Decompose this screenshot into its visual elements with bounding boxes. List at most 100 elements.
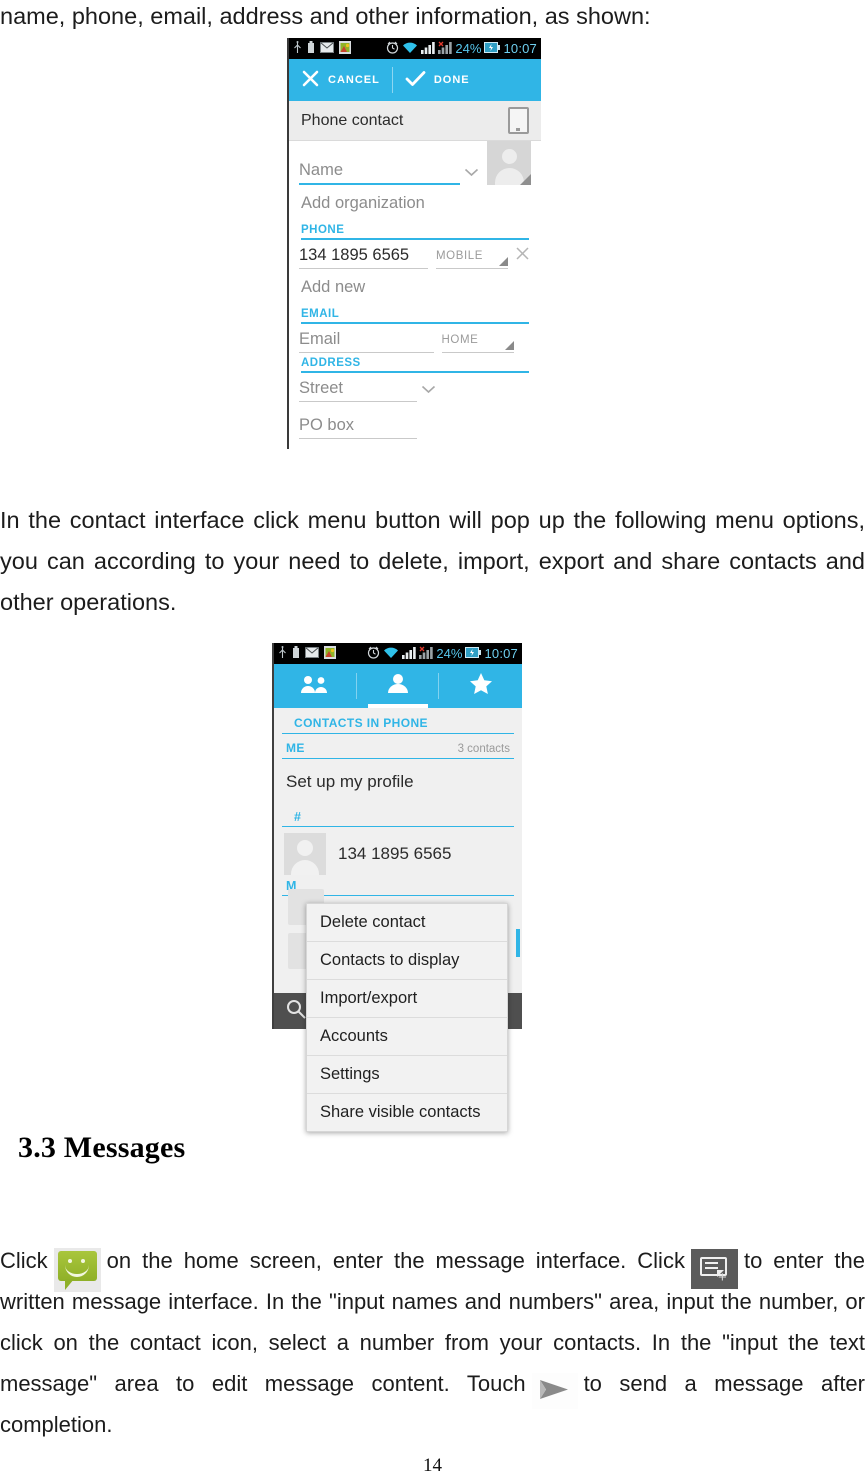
email-icon <box>305 646 319 661</box>
groups-icon <box>300 674 330 699</box>
usb-icon <box>278 645 287 662</box>
new-message-plus: + <box>717 1268 727 1286</box>
phone-row: 134 1895 6565 MOBILE <box>289 240 541 269</box>
pobox-input[interactable]: PO box <box>299 410 417 439</box>
menu-item-contacts-to-display[interactable]: Contacts to display <box>307 942 507 980</box>
add-organization-row[interactable]: Add organization <box>289 185 541 220</box>
signal-icon <box>402 646 417 662</box>
sms-tail <box>64 1279 74 1291</box>
street-row: Street <box>289 373 541 402</box>
set-up-profile-row[interactable]: Set up my profile <box>274 759 522 808</box>
overflow-menu: Delete contact Contacts to display Impor… <box>306 903 508 1132</box>
done-button[interactable]: DONE <box>393 69 482 91</box>
battery-icon <box>307 40 315 57</box>
contact-form: Name Add organization PHONE 134 1895 656… <box>289 141 541 449</box>
battery-percent: 24% <box>436 646 463 661</box>
person-icon <box>387 673 409 699</box>
account-selector-row[interactable]: Phone contact <box>289 101 541 141</box>
name-input[interactable]: Name <box>299 155 460 185</box>
tab-contacts[interactable] <box>357 664 440 708</box>
menu-item-delete-contact[interactable]: Delete contact <box>307 904 507 942</box>
contacts-tab-bar <box>274 664 522 708</box>
menu-item-import-export[interactable]: Import/export <box>307 980 507 1018</box>
intro-paragraph: name, phone, email, address and other in… <box>0 3 651 29</box>
email-row: Email HOME x <box>289 324 541 353</box>
document-page: name, phone, email, address and other in… <box>0 0 865 1483</box>
cancel-label: CANCEL <box>328 74 380 86</box>
screenshot-contact-edit: 24% 10:07 CANCEL DONE Phone contact Name… <box>287 38 541 449</box>
battery-charging-icon <box>465 646 482 661</box>
battery-charging-icon <box>484 41 501 56</box>
street-input[interactable]: Street <box>299 373 417 402</box>
me-section-row: ME 3 contacts <box>282 734 514 759</box>
page-number: 14 <box>423 1455 442 1476</box>
sms-app-icon[interactable] <box>53 1248 101 1293</box>
clock-time: 10:07 <box>503 41 537 56</box>
email-type-label: HOME <box>441 334 479 346</box>
search-icon[interactable] <box>286 999 306 1024</box>
star-icon <box>469 672 493 700</box>
close-icon <box>301 69 320 91</box>
add-new-phone-row[interactable]: Add new <box>289 269 541 304</box>
pobox-row: PO box <box>289 410 541 439</box>
contact-list-item[interactable]: 134 1895 6565 <box>274 827 522 881</box>
phone-input[interactable]: 134 1895 6565 <box>299 240 428 269</box>
tab-groups[interactable] <box>274 664 357 708</box>
clear-phone-button[interactable] <box>508 247 531 269</box>
cancel-button[interactable]: CANCEL <box>289 69 392 91</box>
wifi-icon <box>383 646 399 662</box>
new-message-icon[interactable]: + <box>690 1248 738 1289</box>
battery-percent: 24% <box>455 41 482 56</box>
chevron-down-icon[interactable] <box>460 165 483 185</box>
phone-type-select[interactable]: MOBILE <box>436 250 508 269</box>
done-label: DONE <box>433 74 470 86</box>
signal-off-icon <box>419 646 434 662</box>
send-icon[interactable] <box>531 1372 578 1409</box>
action-bar: CANCEL DONE <box>289 59 541 101</box>
avatar-body <box>291 860 319 875</box>
messages-paragraph: Click on the home screen, enter the messa… <box>0 1240 865 1445</box>
avatar-head <box>502 149 517 164</box>
check-icon <box>405 69 426 91</box>
avatar-head <box>297 840 313 856</box>
menu-item-accounts[interactable]: Accounts <box>307 1018 507 1056</box>
contact-name: 134 1895 6565 <box>338 844 452 863</box>
usb-icon <box>293 40 302 57</box>
phone-type-label: MOBILE <box>436 250 484 262</box>
clock-time: 10:07 <box>484 646 518 661</box>
dropdown-triangle-icon <box>499 257 508 266</box>
tab-favorites[interactable] <box>439 664 522 708</box>
dropdown-triangle-icon <box>504 341 514 350</box>
contacts-list: CONTACTS IN PHONE ME 3 contacts Set up m… <box>274 708 522 1132</box>
page-title: 3.3 Messages <box>18 1131 186 1164</box>
wifi-icon <box>402 41 418 57</box>
signal-icon <box>421 41 436 57</box>
section-address: ADDRESS <box>301 357 529 373</box>
email-icon <box>320 41 334 56</box>
menu-item-share-visible-contacts[interactable]: Share visible contacts <box>307 1094 507 1131</box>
messages-text-part1: Click <box>0 1248 48 1273</box>
avatar-corner-icon <box>520 174 531 185</box>
battery-icon <box>292 645 300 662</box>
name-row: Name <box>289 141 541 185</box>
messages-text-part2: on the home screen, enter the message in… <box>106 1248 685 1273</box>
phone-device-icon <box>508 107 529 134</box>
avatar[interactable] <box>487 141 531 185</box>
account-label: Phone contact <box>301 111 404 129</box>
contacts-count: 3 contacts <box>457 743 510 755</box>
hash-section-header: # <box>282 808 514 827</box>
email-type-select[interactable]: HOME <box>441 334 514 353</box>
screenshot-contacts-menu: 24% 10:07 CONTACTS IN PHONE ME 3 contact… <box>272 643 522 1132</box>
status-bar: 24% 10:07 <box>274 643 522 664</box>
gallery-icon <box>324 645 336 662</box>
scrollbar[interactable] <box>516 929 520 957</box>
chevron-down-icon[interactable] <box>417 382 440 402</box>
menu-paragraph: In the contact interface click menu butt… <box>0 507 865 615</box>
menu-item-settings[interactable]: Settings <box>307 1056 507 1094</box>
section-email: EMAIL <box>301 308 529 324</box>
email-input[interactable]: Email <box>299 324 434 353</box>
alarm-icon <box>386 41 399 57</box>
alarm-icon <box>367 646 380 662</box>
contacts-in-phone-header: CONTACTS IN PHONE <box>282 708 514 734</box>
signal-off-icon <box>438 41 453 57</box>
